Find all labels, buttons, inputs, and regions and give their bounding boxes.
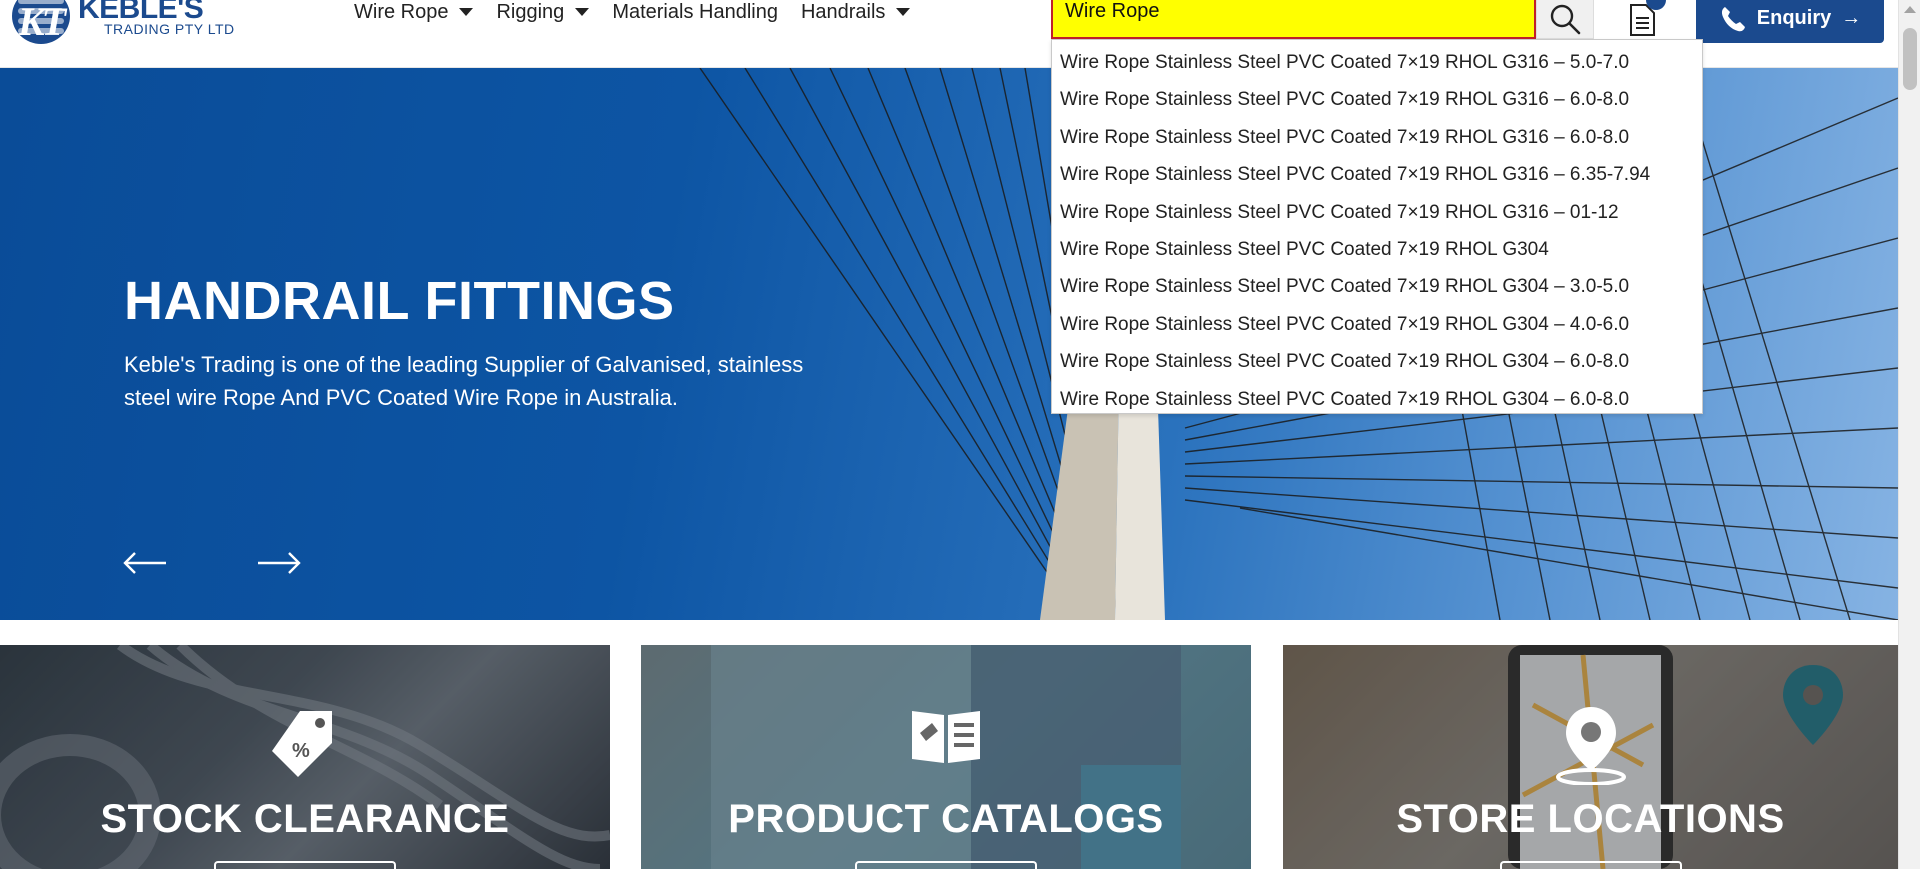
keble-logo[interactable]: KT KEBLE'S TRADING PTY LTD: [12, 0, 242, 44]
scroll-up-icon[interactable]: [1904, 6, 1916, 13]
scroll-thumb[interactable]: [1903, 28, 1917, 90]
logo-globe-mark: KT: [12, 0, 70, 44]
slider-prev-button[interactable]: [122, 550, 168, 576]
suggestion-item[interactable]: Wire Rope Stainless Steel PVC Coated 7×1…: [1052, 306, 1702, 343]
nav-handrails[interactable]: Handrails: [800, 0, 911, 24]
arrow-right-icon: →: [1841, 7, 1862, 29]
card-store-locations[interactable]: STORE LOCATIONS: [1283, 645, 1898, 869]
enquiry-label: Enquiry: [1756, 7, 1832, 29]
nav-label: Rigging: [496, 0, 565, 23]
svg-text:%: %: [292, 740, 310, 762]
suggestion-item[interactable]: Wire Rope Stainless Steel PVC Coated 7×1…: [1052, 343, 1702, 380]
enquiry-button[interactable]: Enquiry →: [1696, 0, 1884, 43]
caret-down-icon: [575, 8, 590, 16]
nav-label: Materials Handling: [612, 0, 778, 23]
card-button[interactable]: [214, 861, 396, 869]
hero-description: Keble's Trading is one of the leading Su…: [124, 352, 804, 410]
nav-label: Handrails: [800, 0, 886, 23]
hero-title: HANDRAIL FITTINGS: [124, 271, 675, 331]
phone-icon: [1721, 6, 1745, 31]
suggestion-item[interactable]: Wire Rope Stainless Steel PVC Coated 7×1…: [1052, 156, 1702, 193]
suggestion-item[interactable]: Wire Rope Stainless Steel PVC Coated 7×1…: [1052, 81, 1702, 118]
nav-materials-handling[interactable]: Materials Handling: [612, 0, 778, 24]
card-title: PRODUCT CATALOGS: [728, 797, 1164, 841]
card-product-catalogs[interactable]: PRODUCT CATALOGS: [641, 645, 1251, 869]
suggestion-item[interactable]: Wire Rope Stainless Steel PVC Coated 7×1…: [1052, 44, 1702, 81]
card-title: STOCK CLEARANCE: [100, 797, 510, 841]
card-title: STORE LOCATIONS: [1396, 797, 1785, 841]
search-button[interactable]: [1536, 0, 1594, 39]
search-box: [1051, 0, 1536, 39]
open-book-icon: [912, 711, 980, 763]
suggestion-item[interactable]: Wire Rope Stainless Steel PVC Coated 7×1…: [1052, 119, 1702, 156]
nav-label: Wire Rope: [354, 0, 449, 23]
suggestion-item[interactable]: Wire Rope Stainless Steel PVC Coated 7×1…: [1052, 231, 1702, 268]
search-input[interactable]: [1053, 0, 1534, 37]
page-scrollbar[interactable]: [1898, 0, 1920, 869]
suggestion-item[interactable]: Wire Rope Stainless Steel PVC Coated 7×1…: [1052, 194, 1702, 231]
suggestion-item[interactable]: Wire Rope Stainless Steel PVC Coated 7×1…: [1052, 268, 1702, 305]
caret-down-icon: [459, 8, 474, 16]
nav-wire-rope[interactable]: Wire Rope: [354, 0, 474, 24]
nav-rigging[interactable]: Rigging: [496, 0, 590, 24]
search-suggestions: Wire Rope Stainless Steel PVC Coated 7×1…: [1051, 39, 1703, 414]
logo-subtitle: TRADING PTY LTD: [104, 21, 235, 37]
suggestion-item[interactable]: Wire Rope Stainless Steel PVC Coated 7×1…: [1052, 381, 1702, 418]
card-button[interactable]: [1499, 861, 1682, 869]
main-nav: Wire Rope Rigging Materials Handling Han…: [354, 0, 933, 24]
quote-list-button[interactable]: [1612, 0, 1672, 39]
map-pin-icon: [1555, 707, 1626, 785]
search-icon: [1550, 4, 1581, 35]
caret-down-icon: [896, 8, 911, 16]
card-button[interactable]: [855, 861, 1037, 869]
arrow-right-icon: [258, 552, 301, 574]
arrow-left-icon: [123, 552, 166, 574]
price-tag-icon: %: [272, 711, 332, 777]
logo-mark-text: KT: [18, 0, 66, 44]
card-stock-clearance[interactable]: % STOCK CLEARANCE: [0, 645, 610, 869]
slider-next-button[interactable]: [256, 550, 302, 576]
